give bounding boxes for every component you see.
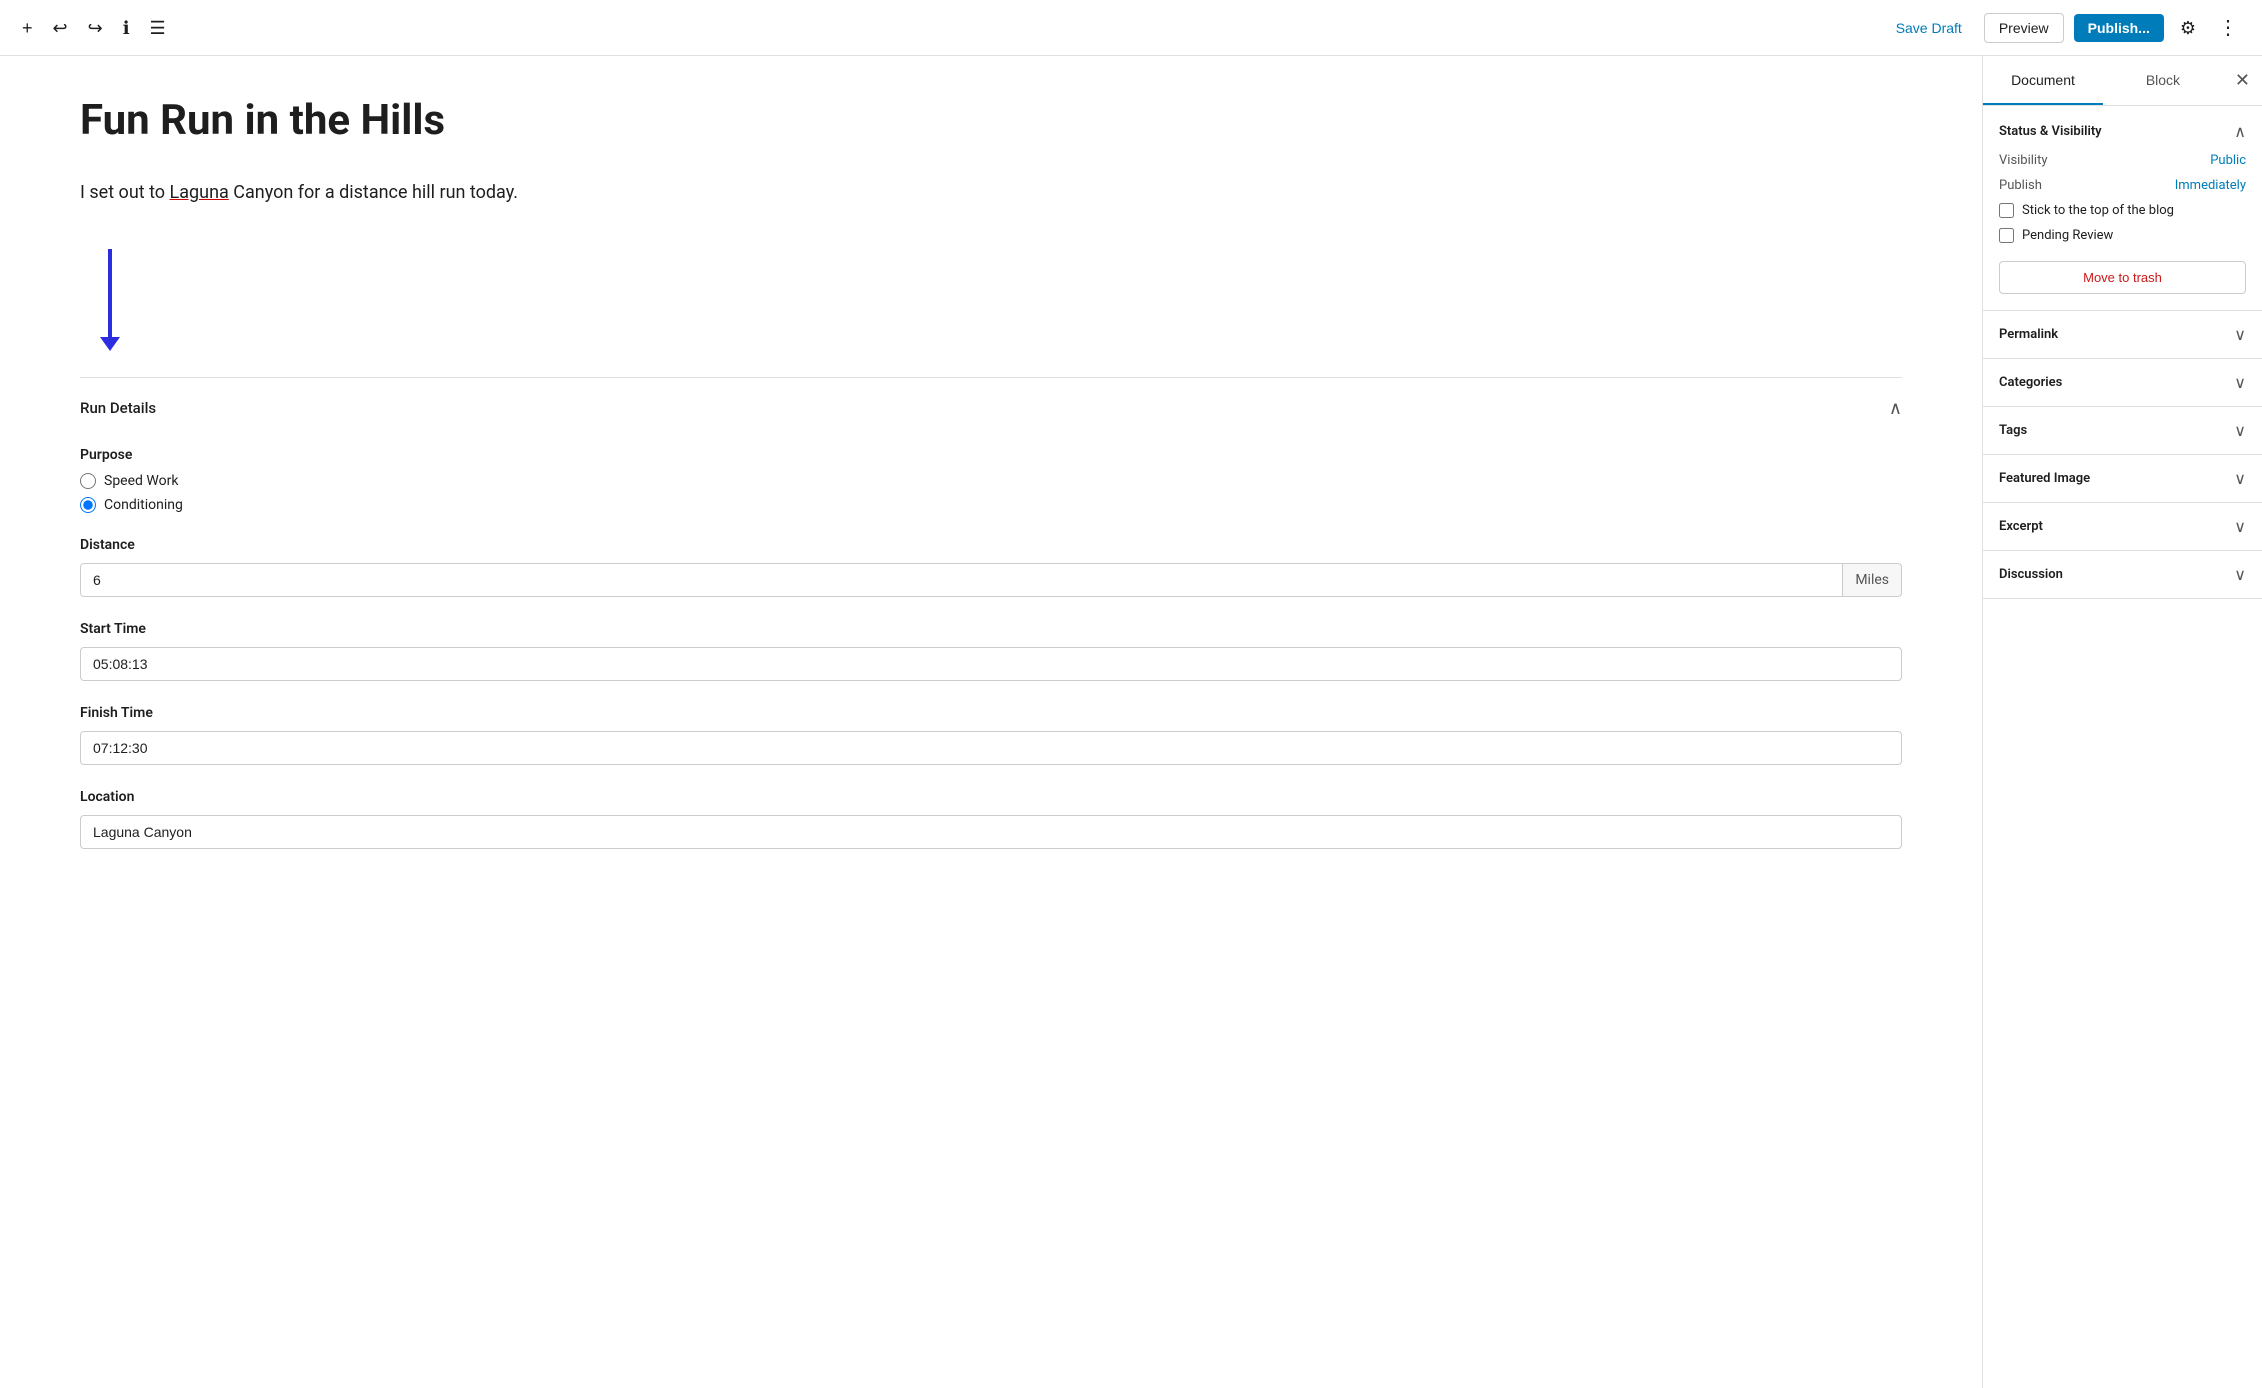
categories-title: Categories — [1999, 375, 2062, 390]
visibility-row: Visibility Public — [1999, 153, 2246, 168]
finish-time-field: Finish Time — [80, 705, 1902, 765]
excerpt-chevron-icon: ∨ — [2234, 517, 2246, 536]
location-label: Location — [80, 789, 1902, 805]
content-before: I set out to — [80, 182, 170, 203]
speed-work-option[interactable]: Speed Work — [80, 473, 1902, 489]
status-visibility-header[interactable]: Status & Visibility ∧ — [1999, 122, 2246, 141]
publish-row: Publish Immediately — [1999, 178, 2246, 193]
publish-value[interactable]: Immediately — [2175, 178, 2246, 193]
move-to-trash-button[interactable]: Move to trash — [1999, 261, 2246, 294]
categories-section[interactable]: Categories ∨ — [1983, 359, 2262, 407]
finish-time-label: Finish Time — [80, 705, 1902, 721]
stick-to-top-label: Stick to the top of the blog — [2022, 203, 2174, 218]
publish-label: Publish — [1999, 178, 2042, 193]
tab-document[interactable]: Document — [1983, 56, 2103, 105]
distance-input-wrapper: Miles — [80, 563, 1902, 597]
add-icon: + — [22, 19, 33, 37]
speed-work-radio[interactable] — [80, 473, 96, 489]
more-icon: ⋮ — [2218, 18, 2240, 38]
run-details-title: Run Details — [80, 399, 156, 417]
location-field: Location — [80, 789, 1902, 849]
save-draft-button[interactable]: Save Draft — [1884, 14, 1974, 42]
preview-button[interactable]: Preview — [1984, 13, 2064, 43]
tab-block[interactable]: Block — [2103, 56, 2223, 105]
content-link: Laguna — [170, 182, 229, 203]
permalink-title: Permalink — [1999, 327, 2058, 342]
tags-section[interactable]: Tags ∨ — [1983, 407, 2262, 455]
run-details-header[interactable]: Run Details ∧ — [80, 386, 1902, 431]
status-visibility-body: Visibility Public Publish Immediately St… — [1999, 153, 2246, 294]
gear-icon: ⚙ — [2180, 19, 2196, 37]
content-after: Canyon for a distance hill run today. — [229, 182, 518, 203]
categories-chevron-icon: ∨ — [2234, 373, 2246, 392]
pending-review-checkbox[interactable] — [1999, 228, 2014, 243]
post-title: Fun Run in the Hills — [80, 96, 1902, 146]
right-sidebar: Document Block ✕ Status & Visibility ∧ V… — [1982, 56, 2262, 1388]
start-time-label: Start Time — [80, 621, 1902, 637]
featured-image-section[interactable]: Featured Image ∨ — [1983, 455, 2262, 503]
more-options-button[interactable]: ⋮ — [2212, 12, 2246, 44]
add-block-button[interactable]: + — [16, 13, 39, 43]
status-chevron-up-icon: ∧ — [2234, 122, 2246, 141]
distance-field: Distance Miles — [80, 537, 1902, 597]
toolbar-left: + ↩ ↪ ℹ ☰ — [16, 13, 1876, 43]
purpose-label: Purpose — [80, 447, 1902, 463]
settings-button[interactable]: ⚙ — [2174, 13, 2202, 43]
run-details-body: Purpose Speed Work Conditioning — [80, 431, 1902, 849]
permalink-chevron-icon: ∨ — [2234, 325, 2246, 344]
toolbar-right: Save Draft Preview Publish... ⚙ ⋮ — [1884, 12, 2246, 44]
stick-to-top-option: Stick to the top of the blog — [1999, 203, 2246, 218]
tags-title: Tags — [1999, 423, 2027, 438]
visibility-value[interactable]: Public — [2210, 153, 2246, 168]
publish-button[interactable]: Publish... — [2074, 14, 2164, 42]
featured-image-chevron-icon: ∨ — [2234, 469, 2246, 488]
editor-area[interactable]: Fun Run in the Hills I set out to Laguna… — [0, 56, 1982, 1388]
excerpt-title: Excerpt — [1999, 519, 2043, 534]
purpose-radio-group: Speed Work Conditioning — [80, 473, 1902, 513]
list-view-button[interactable]: ☰ — [144, 13, 172, 43]
visibility-label: Visibility — [1999, 153, 2048, 168]
toolbar: + ↩ ↪ ℹ ☰ Save Draft Preview Publish... … — [0, 0, 2262, 56]
pending-review-option: Pending Review — [1999, 228, 2246, 243]
sidebar-tabs: Document Block ✕ — [1983, 56, 2262, 106]
redo-button[interactable]: ↪ — [82, 13, 109, 43]
close-sidebar-button[interactable]: ✕ — [2223, 56, 2262, 105]
run-details-section: Run Details ∧ Purpose Speed Work Conditi — [80, 377, 1902, 849]
pending-review-label: Pending Review — [2022, 228, 2113, 243]
blue-arrow — [108, 249, 112, 339]
conditioning-option[interactable]: Conditioning — [80, 497, 1902, 513]
main-layout: Fun Run in the Hills I set out to Laguna… — [0, 56, 2262, 1388]
arrow-annotation — [80, 249, 140, 369]
collapse-icon: ∧ — [1889, 398, 1902, 419]
undo-button[interactable]: ↩ — [47, 13, 74, 43]
info-icon: ℹ — [123, 19, 130, 37]
redo-icon: ↪ — [88, 19, 103, 37]
tags-chevron-icon: ∨ — [2234, 421, 2246, 440]
post-content: I set out to Laguna Canyon for a distanc… — [80, 178, 1902, 209]
start-time-field: Start Time — [80, 621, 1902, 681]
status-visibility-section: Status & Visibility ∧ Visibility Public … — [1983, 106, 2262, 311]
excerpt-section[interactable]: Excerpt ∨ — [1983, 503, 2262, 551]
conditioning-label: Conditioning — [104, 497, 183, 513]
discussion-title: Discussion — [1999, 567, 2063, 582]
speed-work-label: Speed Work — [104, 473, 178, 489]
discussion-chevron-icon: ∨ — [2234, 565, 2246, 584]
list-icon: ☰ — [150, 19, 166, 37]
distance-label: Distance — [80, 537, 1902, 553]
status-visibility-title: Status & Visibility — [1999, 124, 2102, 139]
discussion-section[interactable]: Discussion ∨ — [1983, 551, 2262, 599]
location-input[interactable] — [80, 815, 1902, 849]
featured-image-title: Featured Image — [1999, 471, 2090, 486]
permalink-section[interactable]: Permalink ∨ — [1983, 311, 2262, 359]
purpose-field: Purpose Speed Work Conditioning — [80, 447, 1902, 513]
stick-to-top-checkbox[interactable] — [1999, 203, 2014, 218]
undo-icon: ↩ — [53, 19, 68, 37]
finish-time-input[interactable] — [80, 731, 1902, 765]
distance-input[interactable] — [80, 563, 1843, 597]
info-button[interactable]: ℹ — [117, 13, 136, 43]
start-time-input[interactable] — [80, 647, 1902, 681]
distance-unit: Miles — [1843, 563, 1902, 597]
conditioning-radio[interactable] — [80, 497, 96, 513]
